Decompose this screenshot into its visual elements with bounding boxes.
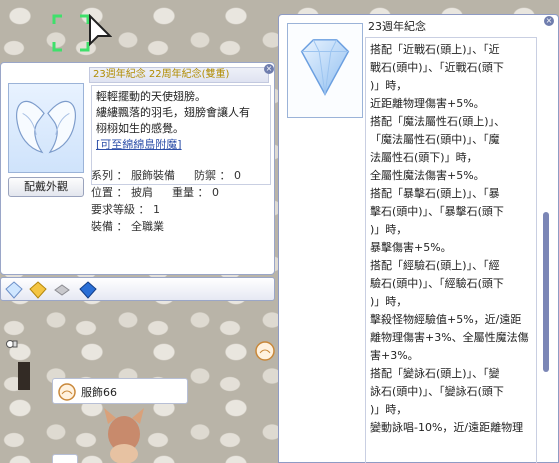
side-handle[interactable] (18, 362, 30, 390)
item-image (8, 83, 84, 173)
description-line: 栩栩如生的感覺。 (96, 122, 184, 135)
close-icon[interactable]: × (544, 16, 554, 26)
property-label: 裝備 (91, 220, 113, 233)
chat-icon[interactable] (6, 338, 18, 350)
effect-line: 搭配「近戰石(頭上)」、「近 (370, 43, 500, 56)
property-value: 0 (212, 186, 219, 199)
cursor-arrow-icon (89, 14, 112, 47)
item-tooltip-window: 23週年紀念 22周年紀念(雙重) × 輕輕擺動的天使翅膀。 縷縷飄落的羽毛，翅… (0, 62, 275, 275)
effect-line: 全屬性魔法傷害+5%。 (370, 169, 485, 182)
effect-line: )」時， (370, 295, 408, 308)
diamond-gem-icon (300, 39, 350, 96)
effect-line: 搭配「變詠石(頭上)」、「變 (370, 367, 500, 380)
effect-line: 變動詠唱-10%，近/遠距離物理 (370, 421, 524, 434)
property-label: 重量 (172, 186, 194, 199)
item-label-text: 服飾66 (81, 386, 117, 399)
effect-line: )」時， (370, 403, 408, 416)
effect-line: 詠石(頭中)」、「變詠石(頭下 (370, 385, 504, 398)
character-sprite[interactable] (102, 404, 146, 463)
property-label: 要求等級 (91, 203, 135, 216)
equip-appearance-button[interactable]: 配戴外觀 (8, 177, 84, 197)
description-line: 縷縷飄落的羽毛，翅膀會讓人有 (96, 106, 250, 119)
property-row: 位置 ： 披肩 重量 ： 0 (91, 186, 219, 199)
gold-gem-icon[interactable] (29, 281, 47, 299)
blue-gem-icon[interactable] (79, 281, 97, 299)
scrollbar[interactable] (541, 37, 551, 463)
effect-line: )」時， (370, 223, 408, 236)
item-label-partial[interactable] (52, 454, 78, 463)
property-label: 位置 (91, 186, 113, 199)
item-title: 23週年紀念 22周年紀念(雙重) (89, 67, 269, 83)
buddy-icon[interactable] (254, 340, 276, 362)
diamond-slot-icon[interactable] (5, 281, 23, 299)
effect-line: 搭配「暴擊石(頭上)」、「暴 (370, 187, 500, 200)
effect-line: 法屬性石(頭下)」時， (370, 151, 478, 164)
scrollbar-thumb[interactable] (543, 212, 549, 372)
property-label: 防禦 (194, 169, 216, 182)
description-line: 輕輕擺動的天使翅膀。 (96, 90, 206, 103)
set-title: 23週年紀念 (368, 20, 426, 33)
effect-line: 害+3%。 (370, 349, 419, 362)
angel-wings-icon (16, 100, 76, 154)
gem-image (287, 23, 363, 118)
effect-line: 搭配「經驗石(頭上)」、「經 (370, 259, 500, 272)
set-effects-text: 搭配「近戰石(頭上)」、「近 戰石(頭中)」、「近戰石(頭下 )」時， 近距離物… (365, 37, 537, 463)
effect-line: )」時， (370, 79, 408, 92)
set-effect-window: 23週年紀念 × 搭配「近戰石(頭上)」、「近 戰石(頭中)」、「近戰石(頭下 … (278, 14, 559, 463)
item-icon (58, 383, 76, 401)
close-icon[interactable]: × (264, 64, 274, 74)
property-label: 系列 (91, 169, 113, 182)
effect-line: 離物理傷害+3%、全屬性魔法傷 (370, 331, 529, 344)
effect-line: 暴擊傷害+5%。 (370, 241, 452, 254)
effect-line: 擊石(頭中)」、「暴擊石(頭下 (370, 205, 504, 218)
enchant-link[interactable]: [可至綿綿島附魔] (96, 137, 266, 153)
slot-bar (0, 277, 275, 301)
property-value: 披肩 (131, 186, 153, 199)
property-value: 全職業 (131, 220, 164, 233)
property-value: 1 (153, 203, 160, 216)
property-value: 0 (234, 169, 241, 182)
effect-line: 戰石(頭中)」、「近戰石(頭下 (370, 61, 504, 74)
effect-line: 搭配「魔法屬性石(頭上)」、 (370, 115, 506, 128)
property-row: 要求等級 ： 1 (91, 203, 160, 216)
effect-line: 驗石(頭中)」、「經驗石(頭下 (370, 277, 504, 290)
property-row: 系列 ： 服飾裝備 防禦 ： 0 (91, 169, 241, 182)
property-value: 服飾裝備 (131, 169, 175, 182)
item-label[interactable]: 服飾66 (52, 378, 188, 404)
empty-slot-icon[interactable] (53, 281, 71, 299)
target-corners-icon (52, 14, 90, 52)
effect-line: 近距離物理傷害+5%。 (370, 97, 485, 110)
property-row: 裝備 ： 全職業 (91, 220, 164, 233)
item-properties: 系列 ： 服飾裝備 防禦 ： 0 位置 ： 披肩 重量 ： 0 要求等級 ： 1… (91, 167, 271, 235)
effect-line: 「魔法屬性石(頭中)」、「魔 (370, 133, 500, 146)
effect-line: 擊殺怪物經驗值+5%，近/遠距 (370, 313, 522, 326)
